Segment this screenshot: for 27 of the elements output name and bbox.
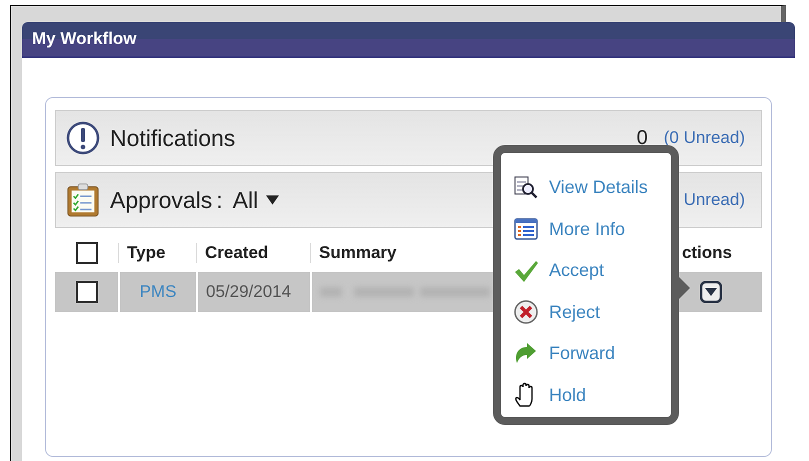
window-title: My Workflow xyxy=(32,29,137,49)
x-circle-icon xyxy=(513,299,539,326)
caret-icon xyxy=(266,195,280,205)
count-text: 0 xyxy=(636,126,648,150)
unread-link[interactable]: Unread) xyxy=(684,190,745,210)
column-header: Summary xyxy=(319,243,396,262)
separator-text: : xyxy=(216,186,223,214)
menu-item[interactable]: View Details xyxy=(549,177,648,198)
checkbox[interactable] xyxy=(76,281,98,303)
type-link[interactable]: PMS xyxy=(140,282,176,302)
column-header: Type xyxy=(127,243,166,262)
column-header: Created xyxy=(205,243,268,262)
section-title[interactable]: Notifications xyxy=(110,124,236,152)
menu-item[interactable]: Hold xyxy=(549,384,586,406)
menu-item[interactable]: Forward xyxy=(549,343,616,364)
clipboard-icon xyxy=(66,183,100,217)
menu-item[interactable]: More Info xyxy=(549,218,626,240)
list-window-icon xyxy=(513,216,539,242)
checkbox[interactable] xyxy=(76,242,98,264)
date-cell: 05/29/2014 xyxy=(206,282,292,302)
dropdown-icon[interactable] xyxy=(700,281,722,303)
magnifier-document-icon xyxy=(513,174,539,201)
filter-dropdown[interactable]: All xyxy=(232,186,280,214)
section-title: Approvals xyxy=(110,186,212,214)
unread-link[interactable]: (0 Unread) xyxy=(664,128,745,148)
exclamation-icon xyxy=(66,121,100,155)
column-header: ctions xyxy=(682,243,732,263)
